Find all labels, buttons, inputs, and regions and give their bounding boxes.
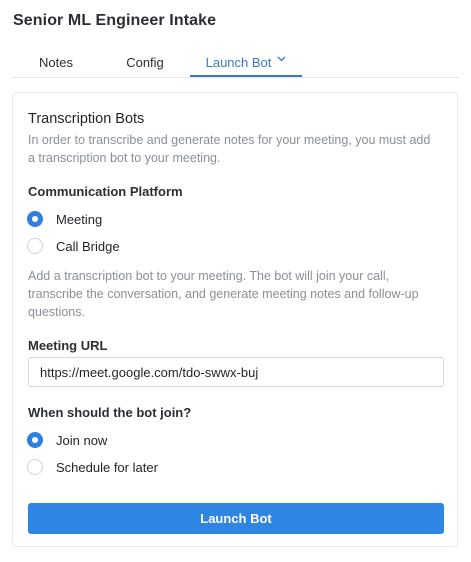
bot-info-text: Add a transcription bot to your meeting.… xyxy=(28,269,419,319)
radio-option-join-now[interactable]: Join now xyxy=(27,430,107,450)
intro-text: In order to transcribe and generate note… xyxy=(28,133,431,165)
tab-config-label: Config xyxy=(126,55,164,70)
tab-config[interactable]: Config xyxy=(100,50,190,76)
radio-option-call-bridge[interactable]: Call Bridge xyxy=(27,236,120,256)
transcription-bot-card: Transcription Bots In order to transcrib… xyxy=(12,92,458,547)
radio-label-meeting: Meeting xyxy=(56,211,103,227)
meeting-url-input[interactable] xyxy=(28,357,444,387)
radio-checked-icon[interactable] xyxy=(27,432,43,448)
tab-launch-bot-label: Launch Bot xyxy=(205,55,272,70)
radio-label-schedule-later: Schedule for later xyxy=(56,459,158,475)
chevron-down-icon xyxy=(277,56,286,62)
radio-option-schedule-later[interactable]: Schedule for later xyxy=(27,457,158,477)
radio-unchecked-icon[interactable] xyxy=(27,238,43,254)
radio-unchecked-icon[interactable] xyxy=(27,459,43,475)
tab-notes-label: Notes xyxy=(39,55,73,70)
join-timing-label: When should the bot join? xyxy=(28,405,192,420)
radio-label-call-bridge: Call Bridge xyxy=(56,238,120,254)
radio-checked-icon[interactable] xyxy=(27,211,43,227)
tab-notes[interactable]: Notes xyxy=(12,50,100,76)
launch-bot-button[interactable]: Launch Bot xyxy=(28,503,444,534)
meeting-url-label: Meeting URL xyxy=(28,338,108,353)
tab-launch-bot[interactable]: Launch Bot xyxy=(190,50,302,77)
radio-label-join-now: Join now xyxy=(56,432,108,448)
platform-label: Communication Platform xyxy=(28,184,183,199)
radio-option-meeting[interactable]: Meeting xyxy=(27,209,102,229)
card-title: Transcription Bots xyxy=(28,111,145,127)
tab-bar: Notes Config Launch Bot xyxy=(12,50,459,78)
page-title: Senior ML Engineer Intake xyxy=(13,12,217,29)
